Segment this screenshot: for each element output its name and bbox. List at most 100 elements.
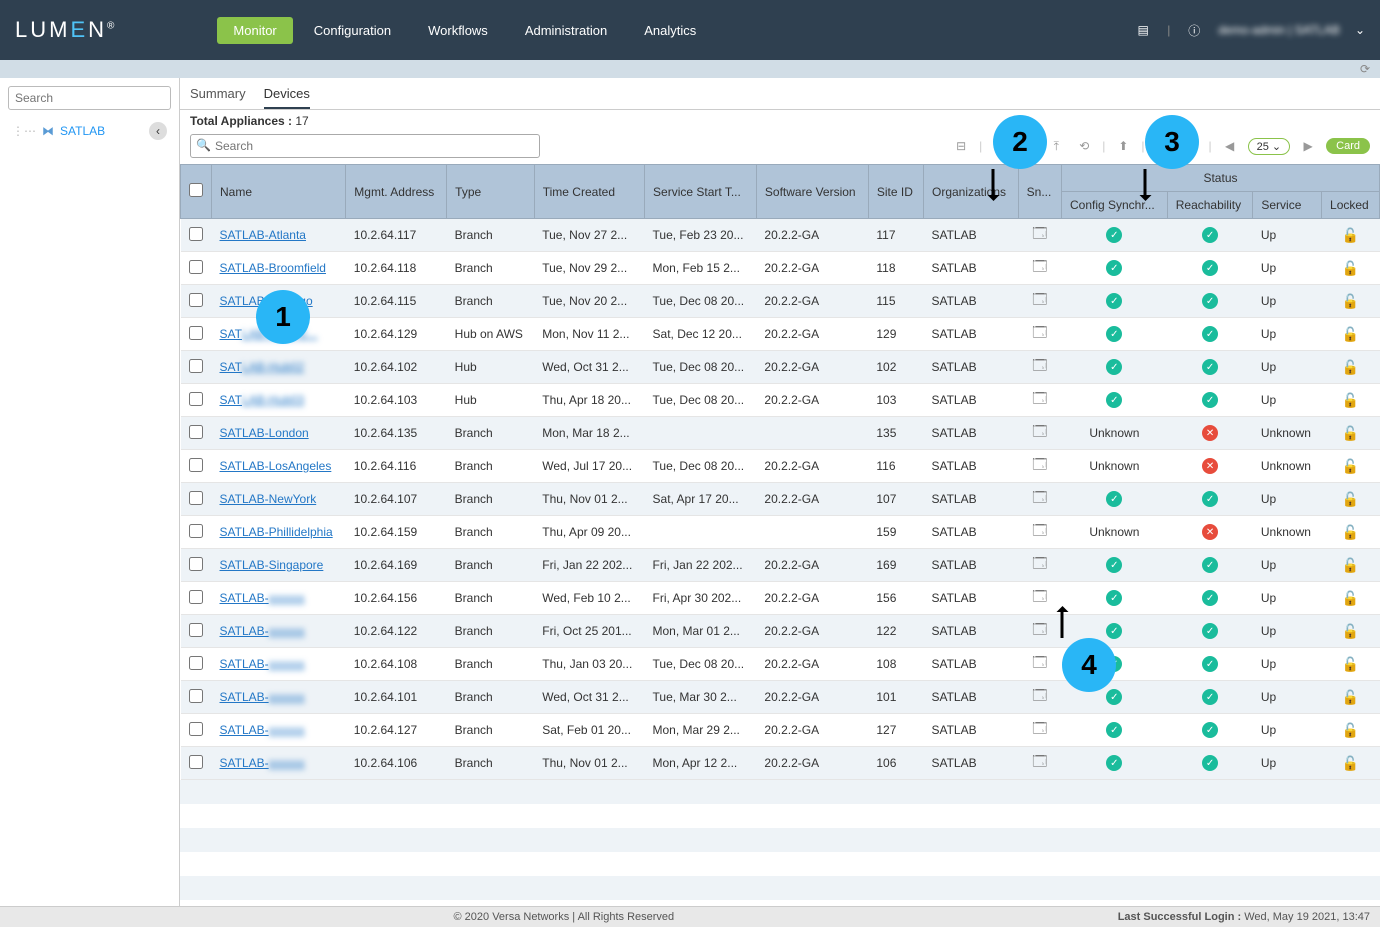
col-type[interactable]: Type (447, 165, 535, 219)
row-checkbox[interactable] (189, 524, 203, 538)
col-locked[interactable]: Locked (1322, 192, 1380, 219)
tab-devices[interactable]: Devices (264, 86, 310, 109)
lock-icon[interactable]: 🔓 (1342, 260, 1359, 276)
select-all-checkbox[interactable] (189, 183, 203, 197)
sidebar-search-input[interactable] (8, 86, 171, 110)
lock-icon[interactable]: 🔓 (1342, 392, 1359, 408)
chevron-down-icon[interactable]: ⌄ (1355, 23, 1365, 37)
col-name[interactable]: Name (212, 165, 346, 219)
snapshot-icon[interactable]: 🗔 (1032, 423, 1047, 439)
lock-icon[interactable]: 🔓 (1342, 227, 1359, 243)
notes-icon[interactable]: ▤ (1134, 21, 1152, 39)
collapse-icon[interactable]: ⊟ (951, 137, 971, 155)
col-version[interactable]: Software Version (756, 165, 868, 219)
prev-page-icon[interactable]: ◀ (1220, 137, 1240, 155)
row-checkbox[interactable] (189, 293, 203, 307)
row-checkbox[interactable] (189, 227, 203, 241)
lock-icon[interactable]: 🔓 (1342, 689, 1359, 705)
card-view-button[interactable]: Card (1326, 138, 1370, 154)
snapshot-icon[interactable]: 🗔 (1032, 258, 1047, 274)
lock-icon[interactable]: 🔓 (1342, 524, 1359, 540)
row-checkbox[interactable] (189, 590, 203, 604)
appliance-link[interactable]: SATLAB-Hub03 (220, 393, 305, 407)
appliance-link[interactable]: SATLAB-Singapore (220, 558, 324, 572)
appliance-link[interactable]: SATLAB-xxxxxx (220, 690, 305, 704)
col-reach[interactable]: Reachability (1167, 192, 1253, 219)
lock-icon[interactable]: 🔓 (1342, 458, 1359, 474)
appliance-link[interactable]: SATLAB-Phillidelphia (220, 525, 333, 539)
row-checkbox[interactable] (189, 392, 203, 406)
nav-administration[interactable]: Administration (509, 17, 623, 44)
row-checkbox[interactable] (189, 656, 203, 670)
lock-icon[interactable]: 🔓 (1342, 293, 1359, 309)
row-checkbox[interactable] (189, 557, 203, 571)
row-checkbox[interactable] (189, 359, 203, 373)
snapshot-icon[interactable]: 🗔 (1032, 357, 1047, 373)
export-icon[interactable]: ⎘ (990, 137, 1010, 155)
lock-icon[interactable]: 🔓 (1342, 755, 1359, 771)
appliance-link[interactable]: SATLAB-LosAngeles (220, 459, 332, 473)
lock-icon[interactable]: 🔓 (1342, 722, 1359, 738)
lock-icon[interactable]: 🔓 (1342, 623, 1359, 639)
columns-icon[interactable]: ▥ (1153, 137, 1173, 155)
sync-icon[interactable]: ⟲ (1074, 137, 1094, 155)
import-icon[interactable]: ⤓ (1018, 137, 1038, 155)
snapshot-icon[interactable]: 🗔 (1032, 390, 1047, 406)
upload-icon[interactable]: ⤒ (1046, 137, 1066, 155)
appliance-link[interactable]: SATLAB-Atlanta (220, 228, 306, 242)
appliance-link[interactable]: SATLAB-xxxxxx (220, 657, 305, 671)
appliance-link[interactable]: SATLAB-xxxxxx (220, 624, 305, 638)
appliance-link[interactable]: SATLAB-Chicago (220, 294, 313, 308)
appliance-link[interactable]: SATLAB-xxxxxx (220, 591, 305, 605)
col-config[interactable]: Config Synchr... (1061, 192, 1167, 219)
row-checkbox[interactable] (189, 623, 203, 637)
tree-item-satlab[interactable]: ⋮⋯ ⧓ SATLAB ‹ (8, 118, 171, 144)
snapshot-icon[interactable]: 🗔 (1032, 555, 1047, 571)
col-site[interactable]: Site ID (868, 165, 923, 219)
snapshot-icon[interactable]: 🗔 (1032, 621, 1047, 637)
nav-analytics[interactable]: Analytics (628, 17, 712, 44)
col-created[interactable]: Time Created (534, 165, 644, 219)
appliance-link[interactable]: SATLAB-Hub02 (220, 360, 305, 374)
row-checkbox[interactable] (189, 326, 203, 340)
lock-icon[interactable]: 🔓 (1342, 425, 1359, 441)
refresh-icon[interactable]: ⟳ (1360, 62, 1370, 76)
lock-icon[interactable]: 🔓 (1342, 656, 1359, 672)
row-checkbox[interactable] (189, 491, 203, 505)
appliance-link[interactable]: SATLAB-AWS-E... (220, 327, 318, 341)
appliance-link[interactable]: SATLAB-Broomfield (220, 261, 326, 275)
appliance-link[interactable]: SATLAB-London (220, 426, 309, 440)
col-start[interactable]: Service Start T... (645, 165, 757, 219)
snapshot-icon[interactable]: 🗔 (1032, 654, 1047, 670)
snapshot-icon[interactable]: 🗔 (1032, 456, 1047, 472)
nav-monitor[interactable]: Monitor (217, 17, 292, 44)
snapshot-icon[interactable]: 🗔 (1032, 291, 1047, 307)
next-page-icon[interactable]: ▶ (1298, 137, 1318, 155)
lock-icon[interactable]: 🔓 (1342, 491, 1359, 507)
filter-icon[interactable]: ▼ (1181, 137, 1201, 155)
snapshot-icon[interactable]: 🗔 (1032, 753, 1047, 769)
snapshot-icon[interactable]: 🗔 (1032, 225, 1047, 241)
col-service[interactable]: Service (1253, 192, 1322, 219)
col-snap[interactable]: Sn... (1018, 165, 1061, 219)
row-checkbox[interactable] (189, 260, 203, 274)
row-checkbox[interactable] (189, 755, 203, 769)
row-checkbox[interactable] (189, 425, 203, 439)
snapshot-icon[interactable]: 🗔 (1032, 720, 1047, 736)
nav-workflows[interactable]: Workflows (412, 17, 504, 44)
lock-icon[interactable]: 🔓 (1342, 557, 1359, 573)
row-checkbox[interactable] (189, 458, 203, 472)
snapshot-icon[interactable]: 🗔 (1032, 324, 1047, 340)
collapse-icon[interactable]: ‹ (149, 122, 167, 140)
col-mgmt[interactable]: Mgmt. Address (346, 165, 447, 219)
appliance-link[interactable]: SATLAB-xxxxxx (220, 756, 305, 770)
snapshot-icon[interactable]: 🗔 (1032, 489, 1047, 505)
row-checkbox[interactable] (189, 689, 203, 703)
nav-configuration[interactable]: Configuration (298, 17, 407, 44)
page-size-select[interactable]: 25 ⌄ (1248, 138, 1291, 155)
appliance-link[interactable]: SATLAB-xxxxxx (220, 723, 305, 737)
appliance-link[interactable]: SATLAB-NewYork (220, 492, 317, 506)
tab-summary[interactable]: Summary (190, 86, 246, 109)
row-checkbox[interactable] (189, 722, 203, 736)
snapshot-icon[interactable]: 🗔 (1032, 588, 1047, 604)
